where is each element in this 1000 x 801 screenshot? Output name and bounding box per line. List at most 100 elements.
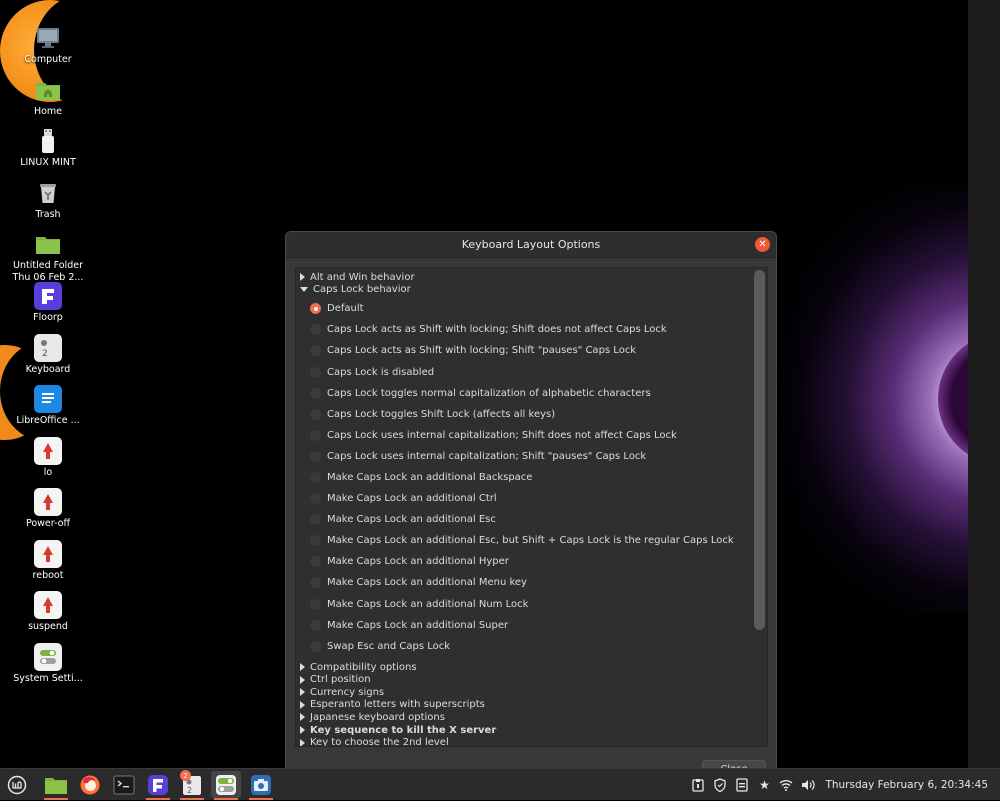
radio-unselected[interactable] — [310, 493, 321, 505]
taskbar-terminal[interactable] — [109, 771, 139, 798]
option-caps-num-lock[interactable]: Make Caps Lock an additional Num Lock — [296, 594, 754, 615]
radio-unselected[interactable] — [310, 577, 321, 589]
radio-unselected[interactable] — [310, 640, 321, 652]
option-caps-esc-shift-regular[interactable]: Make Caps Lock an additional Esc, but Sh… — [296, 530, 754, 551]
group-currency-signs[interactable]: Currency signs — [296, 686, 754, 699]
radio-unselected[interactable] — [310, 598, 321, 610]
group-label: Ctrl position — [310, 674, 371, 686]
taskbar-firefox[interactable] — [75, 771, 105, 798]
desktop-icon-computer[interactable]: Computer — [8, 24, 88, 66]
option-label: Swap Esc and Caps Lock — [327, 640, 451, 652]
group-label: Esperanto letters with superscripts — [310, 699, 485, 711]
radio-unselected[interactable] — [310, 429, 321, 441]
option-default[interactable]: Default — [296, 298, 754, 319]
group-label: Key to choose the 2nd level — [310, 737, 449, 747]
option-caps-toggles-shift-lock[interactable]: Caps Lock toggles Shift Lock (affects al… — [296, 404, 754, 425]
option-caps-super[interactable]: Make Caps Lock an additional Super — [296, 615, 754, 636]
taskbar-system-settings[interactable] — [211, 771, 241, 800]
clock[interactable]: Thursday February 6, 20:34:45 — [819, 779, 1000, 791]
desktop-icon-lo[interactable]: lo — [8, 437, 88, 479]
desktop-icon-label: Power-off — [25, 518, 71, 529]
expand-arrow-icon — [300, 713, 305, 722]
taskbar-floorp[interactable] — [143, 771, 173, 800]
desktop-icon-system-settings[interactable]: System Setti... — [8, 643, 88, 685]
option-caps-ctrl[interactable]: Make Caps Lock an additional Ctrl — [296, 488, 754, 509]
taskbar-files[interactable] — [41, 771, 71, 800]
desktop-icon-linux-mint-drive[interactable]: LINUX MINT — [8, 127, 88, 169]
option-caps-esc[interactable]: Make Caps Lock an additional Esc — [296, 509, 754, 530]
desktop-icon-untitled-folder[interactable]: Untitled Folder Thu 06 Feb 2... — [8, 230, 88, 284]
radio-unselected[interactable] — [310, 619, 321, 631]
volume-icon[interactable] — [797, 769, 819, 801]
group-alt-win-behavior[interactable]: Alt and Win behavior — [296, 271, 754, 284]
group-label: Caps Lock behavior — [313, 284, 411, 296]
option-caps-internal-no-affect[interactable]: Caps Lock uses internal capitalization; … — [296, 425, 754, 446]
option-label: Caps Lock acts as Shift with locking; Sh… — [327, 324, 667, 336]
option-caps-hyper[interactable]: Make Caps Lock an additional Hyper — [296, 551, 754, 572]
clipboard-icon[interactable] — [687, 769, 709, 801]
option-swap-esc-caps[interactable]: Swap Esc and Caps Lock — [296, 636, 754, 657]
dialog-titlebar[interactable]: Keyboard Layout Options ✕ — [286, 232, 776, 258]
option-label: Caps Lock uses internal capitalization; … — [327, 450, 647, 462]
radio-selected[interactable] — [310, 303, 321, 315]
terminal-icon — [113, 775, 135, 794]
group-japanese-keyboard-options[interactable]: Japanese keyboard options — [296, 711, 754, 724]
radio-unselected[interactable] — [310, 408, 321, 420]
option-caps-toggles-normal[interactable]: Caps Lock toggles normal capitalization … — [296, 383, 754, 404]
desktop-icon-label: Computer — [24, 54, 72, 65]
group-ctrl-position[interactable]: Ctrl position — [296, 673, 754, 686]
desktop-icon-suspend[interactable]: suspend — [8, 591, 88, 633]
group-2nd-level-key[interactable]: Key to choose the 2nd level — [296, 736, 754, 747]
close-button[interactable]: Close — [702, 760, 766, 768]
star-icon[interactable]: ★ — [753, 769, 775, 801]
radio-unselected[interactable] — [310, 514, 321, 526]
menu-button[interactable] — [2, 771, 32, 798]
shield-icon[interactable] — [709, 769, 731, 801]
group-kill-x-server[interactable]: Key sequence to kill the X server — [296, 724, 754, 737]
radio-unselected[interactable] — [310, 387, 321, 399]
radio-unselected[interactable] — [310, 471, 321, 483]
desktop-icon-power-off[interactable]: Power-off — [8, 488, 88, 530]
keyboard-layout-icon[interactable] — [731, 769, 753, 801]
wifi-icon[interactable] — [775, 769, 797, 801]
group-esperanto-letters[interactable]: Esperanto letters with superscripts — [296, 699, 754, 712]
options-tree[interactable]: Alt and Win behavior Caps Lock behavior … — [295, 267, 768, 747]
option-caps-internal-pauses[interactable]: Caps Lock uses internal capitalization; … — [296, 446, 754, 467]
group-label: Key sequence to kill the X server — [310, 724, 497, 736]
option-label: Caps Lock toggles normal capitalization … — [327, 387, 651, 399]
radio-unselected[interactable] — [310, 556, 321, 568]
close-window-button[interactable]: ✕ — [755, 237, 770, 252]
group-compatibility-options[interactable]: Compatibility options — [296, 661, 754, 674]
camera-icon — [251, 774, 271, 795]
options-scrollbar[interactable] — [754, 270, 765, 744]
radio-unselected[interactable] — [310, 324, 321, 336]
desktop-icon-label: System Setti... — [13, 673, 83, 684]
script-icon — [34, 591, 62, 619]
desktop-icon-reboot[interactable]: reboot — [8, 540, 88, 582]
desktop-icon-label: suspend — [28, 621, 68, 632]
scrollbar-thumb[interactable] — [754, 270, 765, 630]
taskbar-keyboard-doc[interactable]: 2 2 — [177, 770, 207, 800]
option-caps-shift-locking-no-affect[interactable]: Caps Lock acts as Shift with locking; Sh… — [296, 319, 754, 340]
option-caps-backspace[interactable]: Make Caps Lock an additional Backspace — [296, 467, 754, 488]
desktop-icon-home[interactable]: Home — [8, 76, 88, 118]
radio-unselected[interactable] — [310, 366, 321, 378]
taskbar-screenshot[interactable] — [246, 771, 276, 800]
expand-arrow-icon — [300, 273, 305, 282]
radio-unselected[interactable] — [310, 450, 321, 462]
option-label: Make Caps Lock an additional Esc, but Sh… — [327, 535, 734, 547]
option-caps-shift-locking-pauses[interactable]: Caps Lock acts as Shift with locking; Sh… — [296, 340, 754, 361]
desktop-icon-keyboard[interactable]: 2 Keyboard — [8, 334, 88, 376]
group-label: Alt and Win behavior — [310, 271, 415, 283]
group-label: Currency signs — [310, 686, 385, 698]
desktop-icon-trash[interactable]: Trash — [8, 179, 88, 221]
group-caps-lock-behavior[interactable]: Caps Lock behavior — [296, 284, 754, 297]
option-caps-disabled[interactable]: Caps Lock is disabled — [296, 361, 754, 382]
svg-text:2: 2 — [187, 786, 192, 795]
radio-unselected[interactable] — [310, 535, 321, 547]
desktop-icon-libreoffice[interactable]: LibreOffice ... — [8, 385, 88, 427]
desktop-icon-label: lo — [43, 467, 53, 478]
option-caps-menu[interactable]: Make Caps Lock an additional Menu key — [296, 572, 754, 593]
radio-unselected[interactable] — [310, 345, 321, 357]
desktop-icon-floorp[interactable]: Floorp — [8, 282, 88, 324]
